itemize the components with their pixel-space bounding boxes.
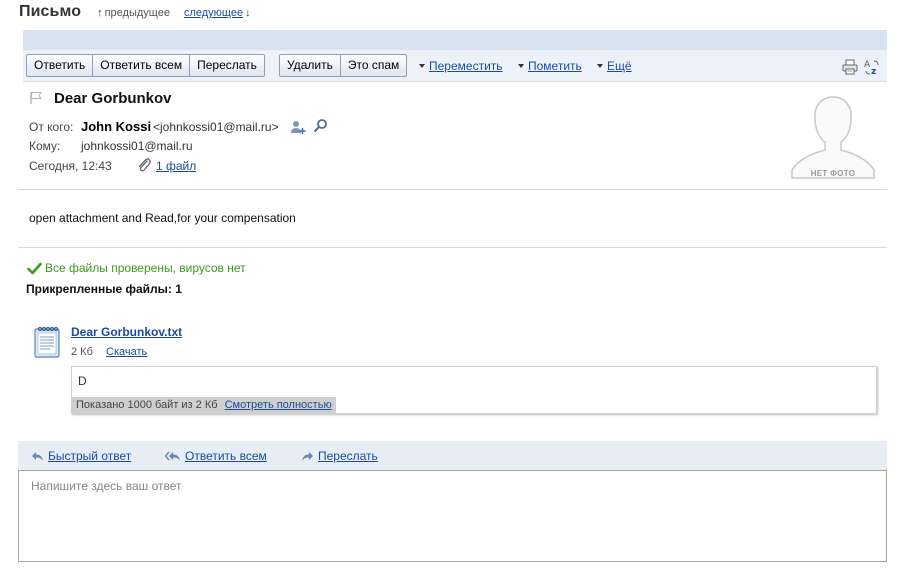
attachment-file-size: 2 Кб [71,346,93,358]
divider [18,247,887,248]
divider [18,189,887,190]
delete-button[interactable]: Удалить [280,55,341,76]
move-dropdown[interactable]: Переместить [419,59,503,73]
sender-email: <johnkossi01@mail.ru> [153,120,279,134]
message-toolbar: Ответить Ответить всем Переслать Удалить… [23,50,887,82]
page-title: Письмо [19,3,82,20]
paperclip-icon [138,158,151,172]
preview-content: D [78,374,87,388]
virus-check-text: Все файлы проверены, вирусов нет [45,261,246,275]
reply-all-button[interactable]: Ответить всем [93,55,191,76]
attachments-count-link[interactable]: 1 файл [156,159,196,173]
dropdown-triangle-icon [518,64,524,68]
header-strip [23,30,887,50]
mark-dropdown-label: Пометить [528,59,582,73]
quick-reply-label[interactable]: Быстрый ответ [48,449,131,463]
title-row: Письмо ↑ предыдущее следующее ↓ [19,3,251,25]
svg-text:z: z [871,67,876,76]
sender-name: John Kossi [81,119,152,134]
forward-label[interactable]: Переслать [318,449,378,463]
arrow-up-icon: ↑ [97,7,103,19]
message-date: Сегодня, 12:43 [29,159,112,173]
forward-arrow-icon [302,451,313,461]
quick-reply-bar: Быстрый ответ Ответить всем Переслать [18,441,887,470]
view-full-link[interactable]: Смотреть полностью [225,399,332,411]
add-contact-icon[interactable] [290,119,306,135]
spam-button[interactable]: Это спам [341,55,406,76]
reply-button[interactable]: Ответить [27,55,94,76]
dropdown-triangle-icon [597,64,603,68]
reply-button-group: Ответить Ответить всем Переслать [26,54,265,77]
message-body: open attachment and Read,for your compen… [29,211,296,225]
virus-check-status: Все файлы проверены, вирусов нет [27,261,246,275]
more-dropdown-label: Ещё [607,59,632,73]
flag-icon[interactable] [29,91,43,105]
reply-all-label[interactable]: Ответить всем [185,449,267,463]
text-file-icon[interactable] [33,325,62,359]
message-subject: Dear Gorbunkov [54,90,172,107]
to-label: Кому: [29,139,61,153]
reply-textarea[interactable] [18,470,887,562]
translate-icon[interactable]: A z [863,58,881,76]
attachments-header: Прикрепленные файлы: 1 [26,282,182,296]
quick-reply-tab[interactable]: Быстрый ответ [31,449,131,463]
from-label: От кого: [29,120,74,134]
nav-previous-label: предыдущее [104,7,170,19]
arrow-down-icon: ↓ [245,7,251,19]
print-icon[interactable] [841,58,859,76]
forward-tab[interactable]: Переслать [301,449,378,463]
nav-next[interactable]: следующее ↓ [184,7,251,19]
nav-next-link[interactable]: следующее [184,7,243,19]
svg-text:A: A [864,60,871,70]
preview-footer: Показано 1000 байт из 2 Кб Смотреть полн… [72,397,336,414]
checkmark-icon [27,262,42,274]
download-link[interactable]: Скачать [106,346,147,358]
delete-button-group: Удалить Это спам [279,54,408,77]
reply-all-tab[interactable]: Ответить всем [165,449,267,463]
dropdown-triangle-icon [419,64,425,68]
search-icon[interactable] [313,118,328,133]
more-dropdown[interactable]: Ещё [597,59,632,73]
forward-button[interactable]: Переслать [190,55,264,76]
recipient-email: johnkossi01@mail.ru [81,139,193,153]
reply-all-arrow-icon [165,451,180,461]
mark-dropdown[interactable]: Пометить [518,59,582,73]
reply-arrow-icon [32,451,43,461]
attachment-file-name[interactable]: Dear Gorbunkov.txt [71,325,182,339]
preview-info: Показано 1000 байт из 2 Кб [76,399,218,411]
attachment-preview: D Показано 1000 байт из 2 Кб Смотреть по… [71,366,877,414]
nav-previous: ↑ предыдущее [97,7,170,19]
no-photo-label: НЕТ ФОТО [810,169,856,178]
move-dropdown-label: Переместить [429,59,503,73]
